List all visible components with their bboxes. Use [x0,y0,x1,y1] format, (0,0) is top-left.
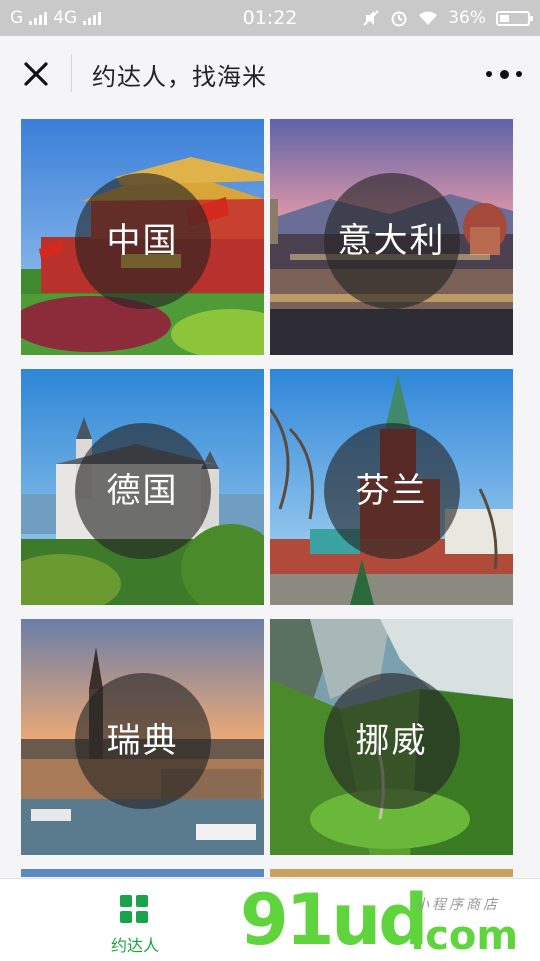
alarm-icon [391,11,407,27]
country-card-partial[interactable] [270,869,513,877]
more-icon-dot [486,71,492,77]
country-label: 瑞典 [106,720,179,761]
country-card-partial[interactable] [21,869,264,877]
country-card-china[interactable]: 中国 [21,119,264,355]
more-icon-dot [499,69,509,79]
battery-percent: 36% [448,8,486,28]
status-bar: G 4G 01:22 36% [0,0,540,36]
country-label: 德国 [106,470,179,511]
more-button[interactable] [486,60,522,88]
page-title: 约达人，找海米 [92,63,267,91]
country-card-germany[interactable]: 德国 [21,369,264,605]
nav-bar: 约达人，找海米 [0,36,540,110]
tab-label: 约达人 [110,936,159,955]
wifi-icon [419,11,438,25]
country-card-finland[interactable]: 芬兰 [270,369,513,605]
nav-divider [71,54,72,92]
country-card-norway[interactable]: 挪威 [270,619,513,855]
country-grid: 中国 意大利 德国 芬兰 瑞典 挪威 [21,119,513,879]
close-button[interactable] [18,56,54,92]
country-card-italy[interactable]: 意大利 [270,119,513,355]
country-card-sweden[interactable]: 瑞典 [21,619,264,855]
battery-icon [496,10,533,26]
country-label: 芬兰 [355,470,428,511]
tab-find-expert[interactable]: 约达人 [96,889,174,955]
watermark-suffix: .com [410,913,519,959]
watermark-tagline: 小程序商店 [415,897,500,913]
more-icon-dot [516,71,522,77]
status-right: 36% [362,8,533,28]
watermark-brand: 91ud [240,879,428,961]
grid-icon [120,895,150,925]
country-label: 中国 [106,220,179,261]
country-label: 挪威 [355,720,428,761]
close-icon [24,62,48,86]
country-label: 意大利 [337,220,446,261]
mute-icon [363,10,379,26]
